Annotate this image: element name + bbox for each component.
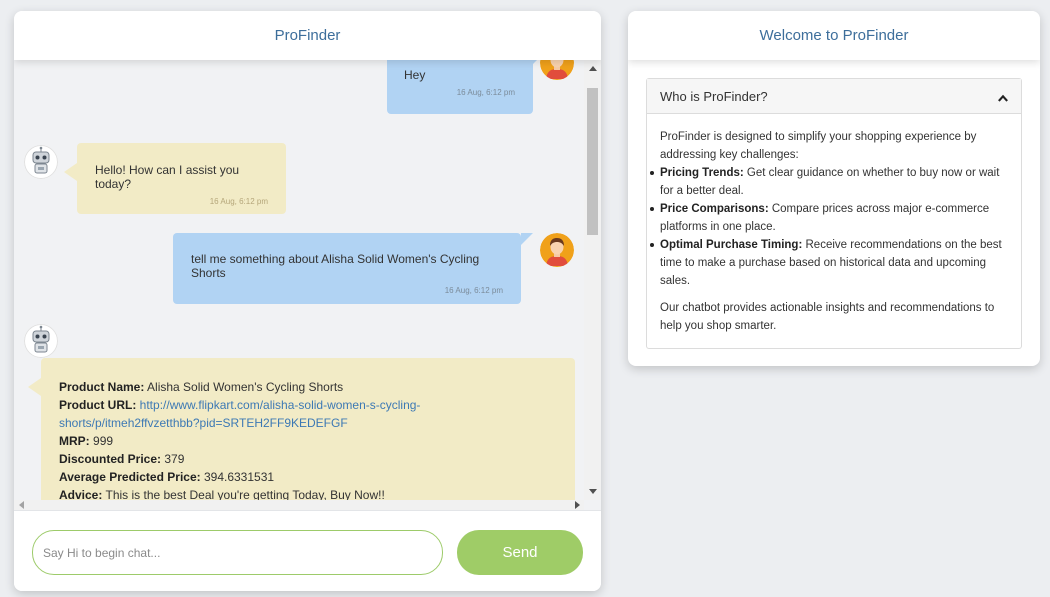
mrp-value: 999: [93, 434, 114, 448]
message-time: 16 Aug, 6:12 pm: [456, 88, 515, 97]
vertical-scrollbar[interactable]: [584, 60, 601, 500]
welcome-panel: Welcome to ProFinder Who is ProFinder? P…: [628, 11, 1040, 366]
chat-input[interactable]: [32, 530, 443, 575]
user-message: Hey 16 Aug, 6:12 pm: [387, 60, 545, 114]
feature-label: Optimal Purchase Timing:: [660, 239, 803, 251]
scroll-right-icon[interactable]: [575, 501, 580, 509]
scroll-thumb[interactable]: [587, 88, 598, 235]
predicted-price-row: Average Predicted Price: 394.6331531: [59, 468, 555, 486]
accordion-title: Who is ProFinder?: [660, 88, 768, 104]
feature-item: Pricing Trends: Get clear guidance on wh…: [650, 164, 1008, 200]
bot-message: Hello! How can I assist you today? 16 Au…: [64, 143, 286, 214]
send-button[interactable]: Send: [457, 530, 583, 575]
discounted-price-row: Discounted Price: 379: [59, 450, 555, 468]
feature-item: Optimal Purchase Timing: Receive recomme…: [650, 236, 1008, 290]
about-accordion: Who is ProFinder? ProFinder is designed …: [646, 78, 1022, 349]
predicted-price-value: 394.6331531: [203, 470, 275, 484]
outro-text: Our chatbot provides actionable insights…: [660, 302, 995, 332]
intro-text: ProFinder is designed to simplify your s…: [660, 131, 977, 161]
message-time: 16 Aug, 6:12 pm: [444, 286, 503, 295]
robot-avatar-icon: [24, 324, 58, 358]
product-name-row: Product Name: Alisha Solid Women's Cycli…: [59, 378, 555, 396]
message-time: 16 Aug, 6:12 pm: [209, 197, 268, 206]
welcome-title: Welcome to ProFinder: [628, 11, 1040, 60]
product-name: Alisha Solid Women's Cycling Shorts: [147, 380, 344, 394]
feature-label: Price Comparisons:: [660, 203, 769, 215]
message-text: tell me something about Alisha Solid Wom…: [191, 252, 480, 280]
mrp-row: MRP: 999: [59, 432, 555, 450]
message-text: Hey: [404, 68, 426, 82]
discounted-price-value: 379: [164, 452, 185, 466]
feature-label: Pricing Trends:: [660, 167, 744, 179]
scroll-down-icon[interactable]: [589, 489, 597, 494]
field-label: MRP:: [59, 434, 90, 448]
product-url-row: Product URL: http://www.flipkart.com/ali…: [59, 396, 555, 432]
horizontal-scrollbar[interactable]: [14, 500, 584, 510]
feature-list: Pricing Trends: Get clear guidance on wh…: [650, 164, 1008, 290]
accordion-body: ProFinder is designed to simplify your s…: [647, 114, 1021, 335]
chat-footer: Send: [14, 510, 601, 591]
field-label: Average Predicted Price:: [59, 470, 201, 484]
user-avatar-icon: [540, 233, 574, 267]
chat-messages[interactable]: Hey 16 Aug, 6:12 pm Hello! How can I ass…: [14, 60, 601, 510]
scroll-left-icon[interactable]: [19, 501, 24, 509]
bot-product-message: Product Name: Alisha Solid Women's Cycli…: [28, 358, 575, 510]
field-label: Product Name:: [59, 380, 145, 394]
feature-item: Price Comparisons: Compare prices across…: [650, 200, 1008, 236]
accordion-header[interactable]: Who is ProFinder?: [647, 79, 1021, 114]
chat-panel: ProFinder Hey 16 Aug, 6:12 pm Hello! How…: [14, 11, 601, 591]
chat-title: ProFinder: [14, 11, 601, 60]
robot-avatar-icon: [24, 145, 58, 179]
chevron-up-icon[interactable]: [998, 93, 1008, 103]
user-avatar-icon: [540, 60, 574, 80]
user-message: tell me something about Alisha Solid Wom…: [173, 233, 533, 304]
field-label: Product URL:: [59, 398, 137, 412]
field-label: Discounted Price:: [59, 452, 162, 466]
message-text: Hello! How can I assist you today?: [95, 163, 240, 191]
scroll-up-icon[interactable]: [589, 66, 597, 71]
